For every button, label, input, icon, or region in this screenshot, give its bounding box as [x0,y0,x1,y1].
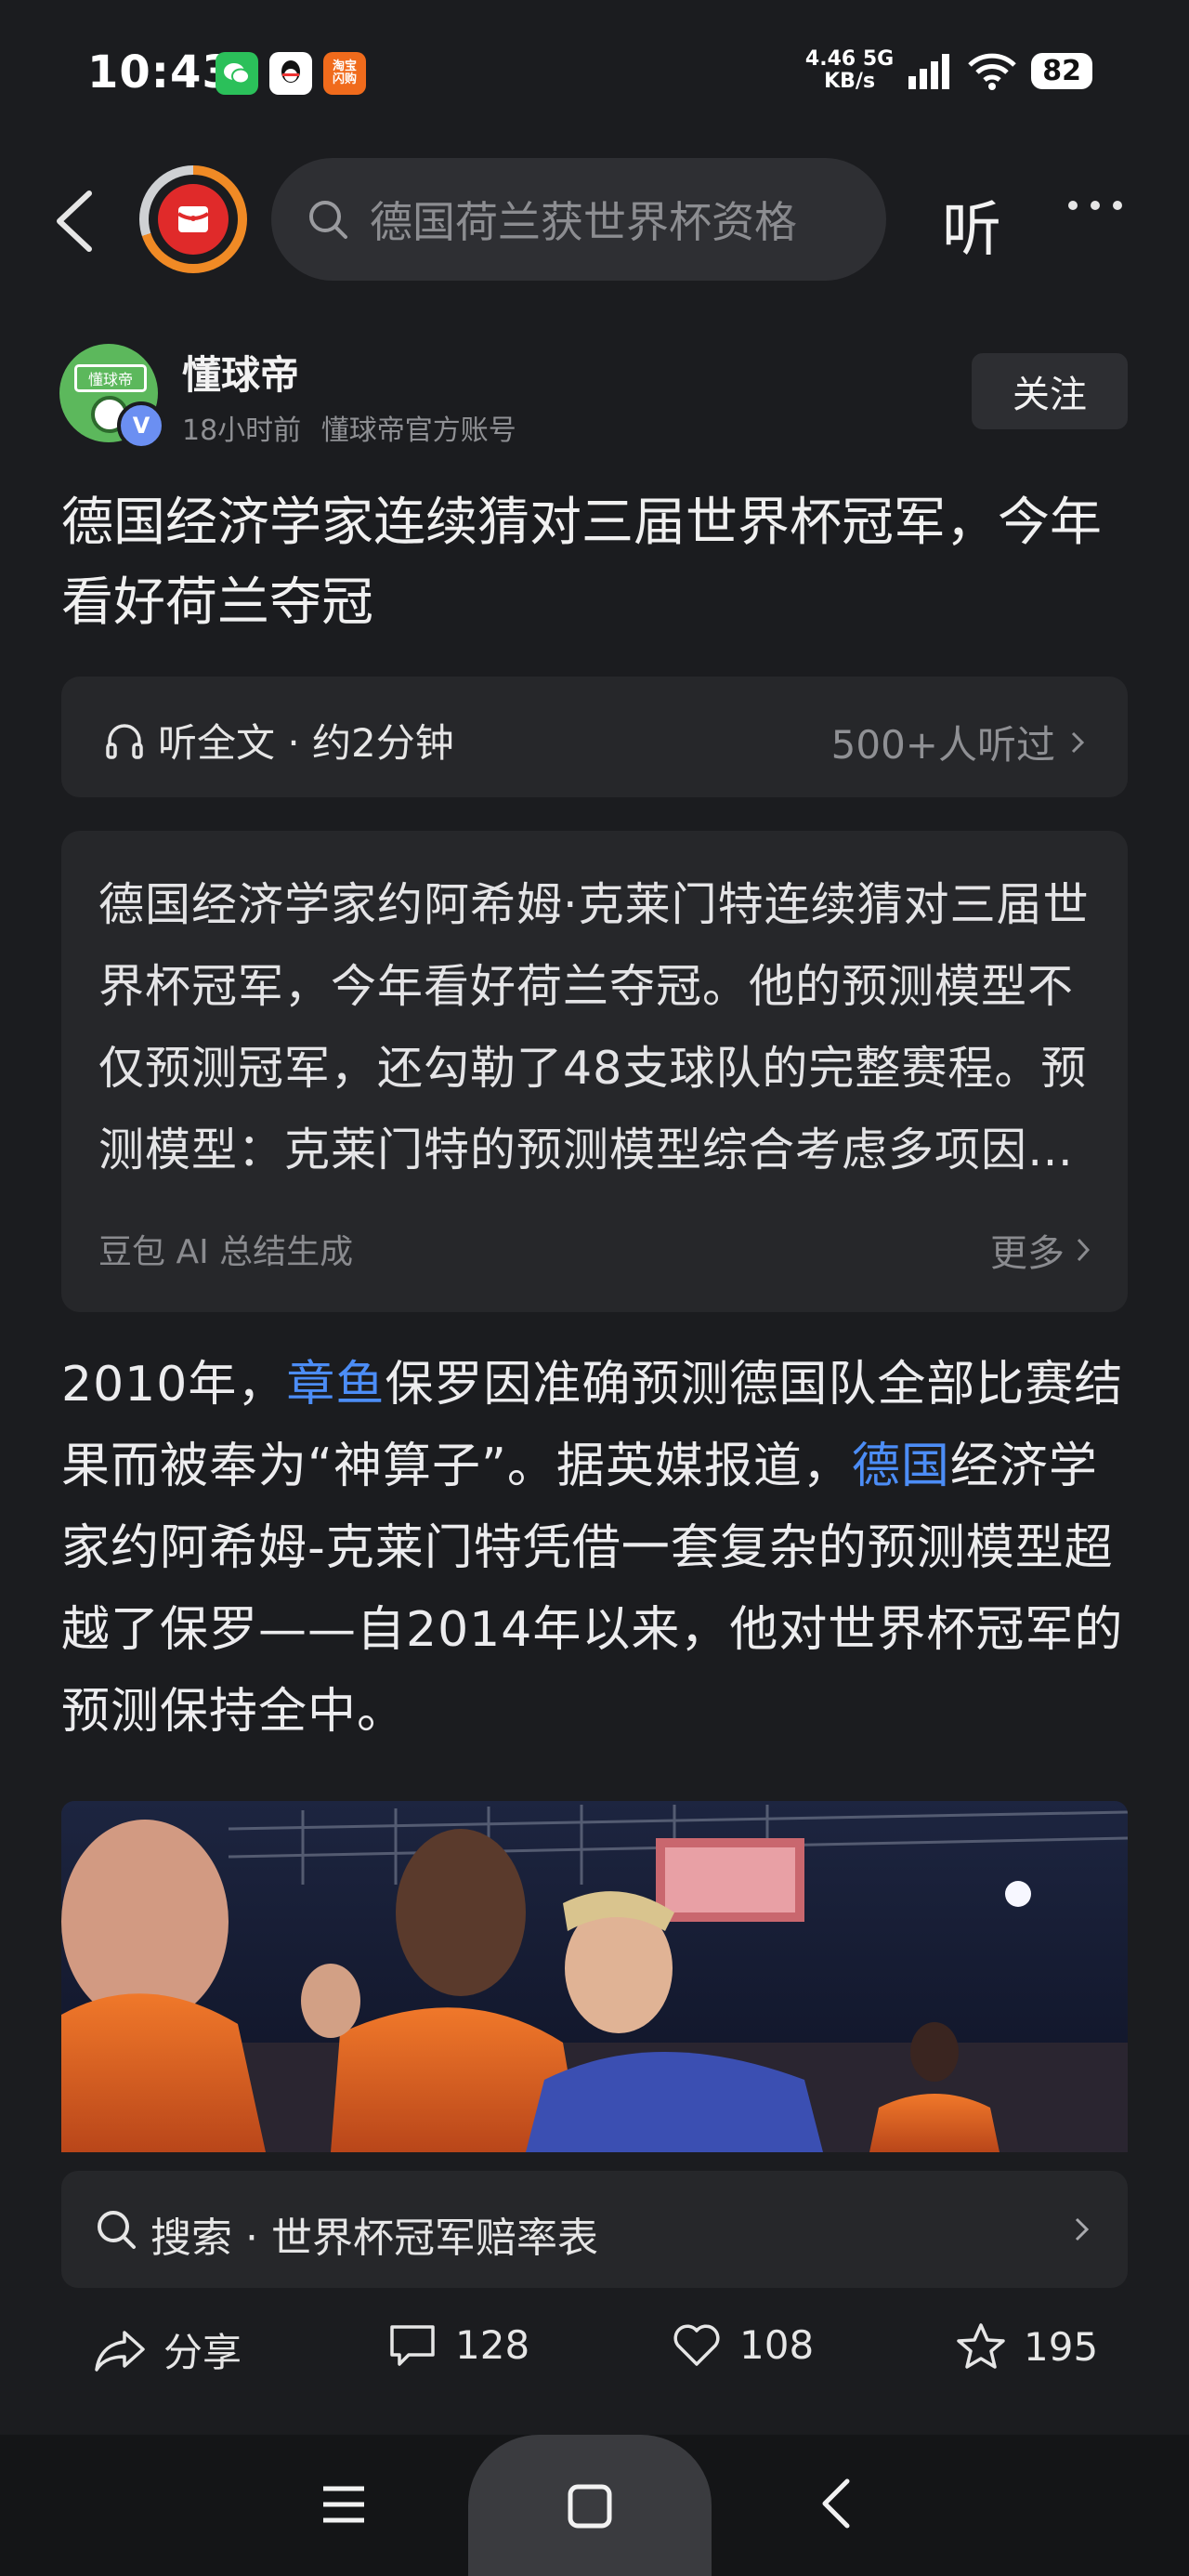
verified-badge-icon: V [117,401,165,450]
star-icon [957,2323,1005,2369]
listen-button[interactable]: 听 [942,182,1001,268]
avatar-sign-text: 懂球帝 [74,364,147,392]
keyword-link-octopus[interactable]: 章鱼 [286,1357,385,1413]
post-time: 18小时前 [182,414,302,447]
qq-icon [269,52,312,95]
summary-more-button[interactable]: 更多 [990,1223,1091,1277]
more-options-icon[interactable] [1068,201,1122,210]
article-action-bar: 分享 128 108 195 [0,2312,1189,2396]
comment-button[interactable]: 128 [386,2321,529,2368]
ai-summary-card[interactable]: 德国经济学家约阿希姆·克莱门特连续猜对三届世界杯冠军，今年看好荷兰夺冠。他的预测… [61,831,1128,1312]
related-search-text: 搜索 · 世界杯冠军赔率表 [150,2215,598,2262]
share-icon [95,2330,145,2372]
net-speed: 4.46 5G KB/s [804,47,895,93]
article-photo[interactable] [61,1801,1128,2152]
battery-indicator: 82 [1031,52,1092,89]
search-icon [98,2211,136,2249]
comment-icon [390,2325,435,2366]
favorite-button[interactable]: 195 [955,2321,1098,2372]
author-meta: 18小时前 懂球帝官方账号 [182,407,516,448]
article-body-paragraph: 2010年，章鱼保罗因准确预测德国队全部比赛结果而被奉为“神算子”。据英媒报道，… [61,1357,1124,1740]
listen-full-text-label: 听全文 · 约2分钟 [158,720,454,766]
summary-more-label: 更多 [990,1232,1065,1275]
comment-count: 128 [455,2321,530,2368]
wifi-icon [968,53,1017,90]
back-arrow-icon[interactable] [48,184,104,258]
related-search-bar[interactable]: 搜索 · 世界杯冠军赔率表 [61,2171,1128,2288]
home-button[interactable] [468,2435,712,2576]
like-button[interactable]: 108 [671,2321,814,2368]
status-right-group: 4.46 5G KB/s 82 [805,48,1092,93]
heart-icon [673,2324,720,2366]
wechat-icon [216,52,258,95]
status-time: 10:43 [87,46,234,99]
chevron-right-icon [1071,731,1085,753]
share-button[interactable]: 分享 [93,2321,242,2378]
search-input[interactable]: 德国荷兰获世界杯资格 [271,158,886,281]
home-square-icon [568,2484,612,2529]
author-name[interactable]: 懂球帝 [182,344,299,401]
chevron-right-icon [1077,1238,1091,1262]
taobao-flash-icon: 淘宝 闪购 [323,52,366,95]
headphones-icon [106,723,143,759]
keyword-link-germany[interactable]: 德国 [852,1439,950,1494]
ai-summary-text: 德国经济学家约阿希姆·克莱门特连续猜对三届世界杯冠军，今年看好荷兰夺冠。他的预测… [98,878,1090,1176]
recent-apps-menu-icon[interactable] [321,2483,366,2526]
like-count: 108 [739,2321,815,2368]
listen-full-text-bar[interactable]: 听全文 · 约2分钟 500+人听过 [61,677,1128,797]
share-label: 分享 [163,2330,242,2375]
chevron-right-icon [1075,2217,1090,2241]
article-title: 德国经济学家连续猜对三届世界杯冠军，今年看好荷兰夺冠 [61,493,1102,633]
follow-button[interactable]: 关注 [972,353,1128,429]
ai-summary-source: 豆包 AI 总结生成 [98,1233,354,1271]
red-envelope-activity-icon[interactable] [139,165,247,273]
favorite-count: 195 [1024,2323,1099,2370]
system-back-icon[interactable] [817,2476,855,2531]
listeners-count: 500+人听过 [830,722,1055,768]
search-icon [309,201,347,239]
signal-icon [908,54,950,89]
account-type: 懂球帝官方账号 [320,414,516,447]
search-placeholder: 德国荷兰获世界杯资格 [370,197,797,247]
